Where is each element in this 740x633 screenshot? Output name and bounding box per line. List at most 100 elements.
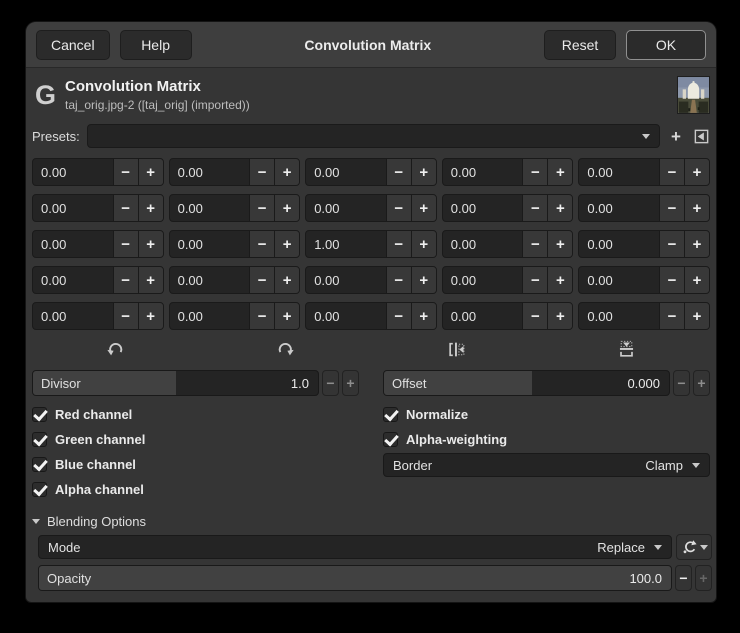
rotate-left-button[interactable] <box>102 337 128 361</box>
increment-button[interactable]: + <box>410 267 436 293</box>
blending-options-expander[interactable]: Blending Options <box>32 514 710 529</box>
decrement-button[interactable]: − <box>385 267 411 293</box>
increment-button[interactable]: + <box>684 303 709 329</box>
add-preset-button[interactable]: + <box>667 126 685 146</box>
decrement-button[interactable]: − <box>659 195 684 221</box>
increment-button[interactable]: + <box>547 267 573 293</box>
decrement-button[interactable]: − <box>659 159 684 185</box>
matrix-cell-value[interactable]: 0.00 <box>170 303 250 329</box>
decrement-button[interactable]: − <box>249 303 275 329</box>
divisor-increment-button[interactable]: + <box>342 370 359 396</box>
rotate-right-button[interactable] <box>273 337 299 361</box>
red-channel-checkbox[interactable]: Red channel <box>32 402 359 427</box>
offset-slider[interactable]: Offset 0.000 <box>383 370 670 396</box>
matrix-cell-value[interactable]: 0.00 <box>579 303 659 329</box>
increment-button[interactable]: + <box>274 195 300 221</box>
merge-filter-checkbox[interactable]: Merge filter <box>130 601 218 602</box>
matrix-cell-value[interactable]: 0.00 <box>306 195 386 221</box>
normalize-checkbox[interactable]: Normalize <box>383 402 710 427</box>
decrement-button[interactable]: − <box>522 231 548 257</box>
presets-menu-button[interactable] <box>692 126 710 146</box>
matrix-cell-value[interactable]: 0.00 <box>306 267 386 293</box>
blue-channel-checkbox[interactable]: Blue channel <box>32 452 359 477</box>
matrix-cell-value[interactable]: 0.00 <box>306 159 386 185</box>
decrement-button[interactable]: − <box>385 159 411 185</box>
decrement-button[interactable]: − <box>659 267 684 293</box>
increment-button[interactable]: + <box>410 159 436 185</box>
opacity-decrement-button[interactable]: − <box>675 565 692 591</box>
decrement-button[interactable]: − <box>659 231 684 257</box>
increment-button[interactable]: + <box>274 303 300 329</box>
alpha-channel-checkbox[interactable]: Alpha channel <box>32 477 359 502</box>
decrement-button[interactable]: − <box>385 303 411 329</box>
decrement-button[interactable]: − <box>249 267 275 293</box>
border-select[interactable]: Border Clamp <box>383 453 710 477</box>
matrix-cell-value[interactable]: 0.00 <box>33 267 113 293</box>
decrement-button[interactable]: − <box>522 195 548 221</box>
mode-reset-button[interactable] <box>676 534 712 560</box>
flip-vertical-button[interactable] <box>614 337 640 361</box>
matrix-cell-value[interactable]: 0.00 <box>443 267 523 293</box>
matrix-cell-value[interactable]: 0.00 <box>443 195 523 221</box>
matrix-cell-value[interactable]: 0.00 <box>170 159 250 185</box>
increment-button[interactable]: + <box>684 195 709 221</box>
matrix-cell-value[interactable]: 0.00 <box>443 231 523 257</box>
reset-button[interactable]: Reset <box>544 29 616 60</box>
increment-button[interactable]: + <box>410 195 436 221</box>
offset-increment-button[interactable]: + <box>693 370 710 396</box>
matrix-cell-value[interactable]: 0.00 <box>306 303 386 329</box>
preview-checkbox[interactable]: Preview <box>32 601 104 602</box>
increment-button[interactable]: + <box>137 267 163 293</box>
split-view-checkbox[interactable]: Split view <box>632 601 710 602</box>
increment-button[interactable]: + <box>410 231 436 257</box>
matrix-cell-value[interactable]: 0.00 <box>443 303 523 329</box>
matrix-cell-value[interactable]: 0.00 <box>33 231 113 257</box>
increment-button[interactable]: + <box>410 303 436 329</box>
decrement-button[interactable]: − <box>385 231 411 257</box>
increment-button[interactable]: + <box>547 159 573 185</box>
matrix-cell-value[interactable]: 0.00 <box>33 303 113 329</box>
divisor-slider[interactable]: Divisor 1.0 <box>32 370 319 396</box>
matrix-cell-value[interactable]: 0.00 <box>579 231 659 257</box>
decrement-button[interactable]: − <box>249 231 275 257</box>
increment-button[interactable]: + <box>274 267 300 293</box>
matrix-cell-value[interactable]: 0.00 <box>443 159 523 185</box>
divisor-decrement-button[interactable]: − <box>322 370 339 396</box>
increment-button[interactable]: + <box>547 195 573 221</box>
decrement-button[interactable]: − <box>112 303 138 329</box>
mode-select[interactable]: Mode Replace <box>38 535 672 559</box>
decrement-button[interactable]: − <box>112 195 138 221</box>
alpha-weighting-checkbox[interactable]: Alpha-weighting <box>383 427 710 452</box>
decrement-button[interactable]: − <box>522 303 548 329</box>
decrement-button[interactable]: − <box>522 267 548 293</box>
decrement-button[interactable]: − <box>659 303 684 329</box>
increment-button[interactable]: + <box>137 159 163 185</box>
matrix-cell-value[interactable]: 0.00 <box>170 195 250 221</box>
increment-button[interactable]: + <box>547 303 573 329</box>
decrement-button[interactable]: − <box>112 159 138 185</box>
cancel-button[interactable]: Cancel <box>36 29 110 60</box>
increment-button[interactable]: + <box>137 303 163 329</box>
increment-button[interactable]: + <box>274 231 300 257</box>
help-button[interactable]: Help <box>119 29 192 60</box>
increment-button[interactable]: + <box>137 231 163 257</box>
matrix-cell-value[interactable]: 0.00 <box>579 267 659 293</box>
opacity-slider[interactable]: Opacity 100.0 <box>38 565 672 591</box>
matrix-cell-value[interactable]: 0.00 <box>170 267 250 293</box>
increment-button[interactable]: + <box>684 159 709 185</box>
presets-combobox[interactable] <box>86 124 660 148</box>
offset-decrement-button[interactable]: − <box>673 370 690 396</box>
matrix-cell-value[interactable]: 0.00 <box>170 231 250 257</box>
increment-button[interactable]: + <box>137 195 163 221</box>
opacity-increment-button[interactable]: + <box>695 565 712 591</box>
green-channel-checkbox[interactable]: Green channel <box>32 427 359 452</box>
increment-button[interactable]: + <box>684 231 709 257</box>
decrement-button[interactable]: − <box>385 195 411 221</box>
decrement-button[interactable]: − <box>249 195 275 221</box>
matrix-cell-value[interactable]: 0.00 <box>579 195 659 221</box>
matrix-cell-value[interactable]: 0.00 <box>33 159 113 185</box>
matrix-cell-value[interactable]: 1.00 <box>306 231 386 257</box>
ok-button[interactable]: OK <box>626 29 706 60</box>
flip-horizontal-button[interactable] <box>443 337 469 361</box>
matrix-cell-value[interactable]: 0.00 <box>33 195 113 221</box>
